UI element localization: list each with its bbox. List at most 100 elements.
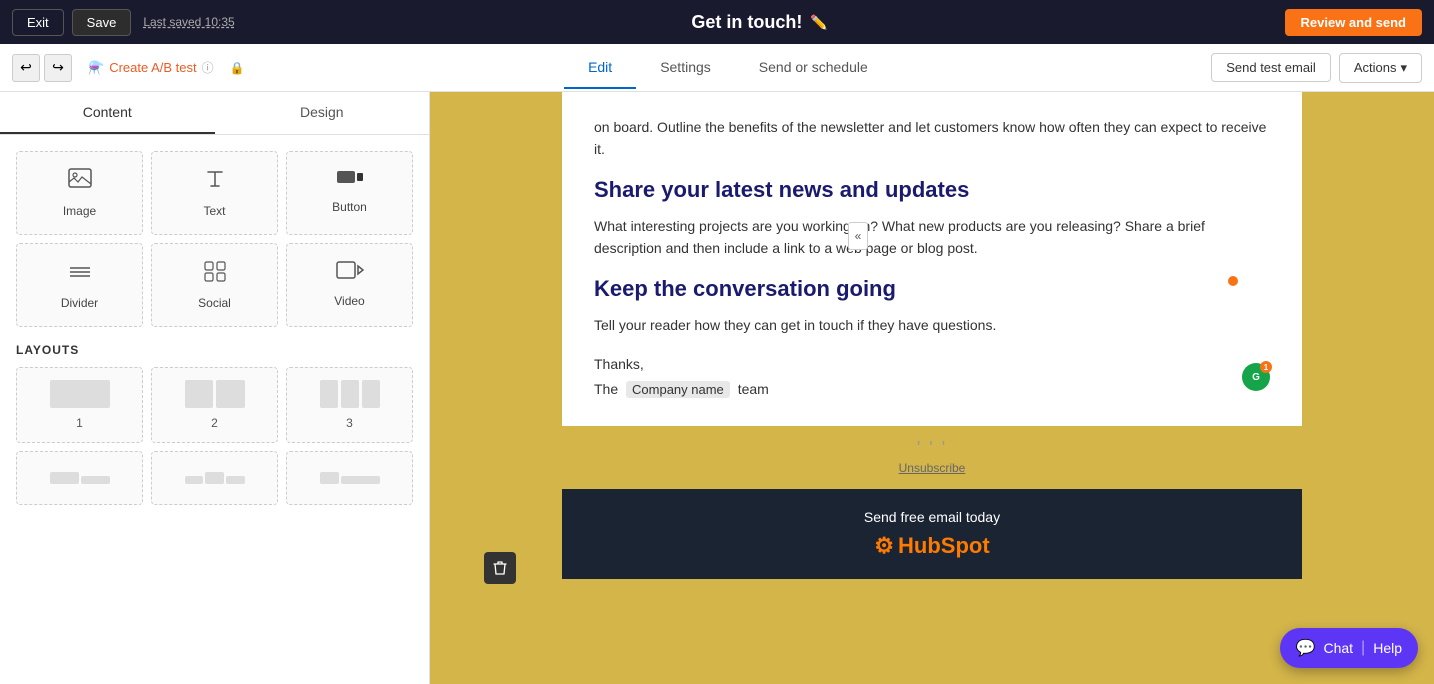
edit-title-icon[interactable]: ✏️	[810, 14, 827, 31]
layout-1col[interactable]: 1	[16, 367, 143, 443]
email-content-area[interactable]: on board. Outline the benefits of the ne…	[562, 92, 1302, 426]
image-block-label: Image	[63, 204, 96, 218]
video-block-icon	[336, 260, 364, 286]
tab-edit[interactable]: Edit	[564, 47, 636, 89]
layout-5-preview	[185, 464, 245, 484]
nav-center: Get in touch! ✏️	[243, 12, 1277, 33]
ab-test-icon: ⚗️	[88, 60, 104, 76]
second-navigation: ↩ ↪ ⚗️ Create A/B test ⓘ 🔒 Edit Settings…	[0, 44, 1434, 92]
chat-label: Chat	[1323, 640, 1353, 656]
unsubscribe-link[interactable]: Unsubscribe	[899, 461, 966, 475]
text-block-label: Text	[203, 204, 225, 218]
panel-tab-design[interactable]: Design	[215, 92, 430, 134]
divider-block-label: Divider	[61, 296, 98, 310]
actions-chevron-icon: ▾	[1400, 60, 1407, 76]
orange-dot-indicator	[1228, 276, 1238, 286]
email-intro-text: on board. Outline the benefits of the ne…	[594, 116, 1270, 161]
layouts-grid: 1 2 3	[16, 367, 413, 505]
email-canvas: on board. Outline the benefits of the ne…	[430, 92, 1434, 684]
video-block-label: Video	[334, 294, 364, 308]
button-block-label: Button	[332, 200, 367, 214]
sign-off-block: Thanks, The Company name team	[594, 352, 769, 402]
sign-team: team	[738, 381, 769, 397]
panel-collapse-button[interactable]: «	[848, 222, 868, 250]
divider-block-icon	[68, 260, 92, 288]
text-block-icon	[204, 168, 226, 196]
help-label: Help	[1373, 640, 1402, 656]
send-test-email-button[interactable]: Send test email	[1211, 53, 1331, 82]
actions-button[interactable]: Actions ▾	[1339, 53, 1422, 83]
document-title: Get in touch!	[691, 12, 802, 33]
layouts-section: LAYOUTS 1 2	[0, 343, 429, 521]
button-block-icon	[336, 168, 364, 192]
content-blocks-grid: Image Text Button	[0, 135, 429, 343]
nav-right: Review and send	[1285, 9, 1422, 36]
hubspot-logo: ⚙ HubSpot	[874, 533, 989, 559]
layout-6-preview	[320, 464, 380, 484]
chat-icon: 💬	[1296, 638, 1316, 658]
unsubscribe-dots: ' ' '	[554, 438, 1310, 459]
last-saved-text: Last saved 10:35	[143, 15, 234, 29]
company-name-tag: Company name	[626, 381, 730, 398]
layout-6col[interactable]	[286, 451, 413, 505]
create-ab-test-button[interactable]: ⚗️ Create A/B test ⓘ	[88, 59, 214, 76]
layout-1-label: 1	[76, 416, 83, 430]
grammarly-badge: 1	[1260, 361, 1272, 373]
section2-heading: Keep the conversation going	[594, 276, 1270, 302]
layout-3col[interactable]: 3	[286, 367, 413, 443]
save-button[interactable]: Save	[72, 9, 132, 36]
panel-tab-content[interactable]: Content	[0, 92, 215, 134]
actions-label: Actions	[1354, 60, 1397, 75]
layout-3-label: 3	[346, 416, 353, 430]
panel-tabs: Content Design	[0, 92, 429, 135]
social-block-icon	[203, 260, 227, 288]
hubspot-sprocket-icon: ⚙	[874, 533, 894, 559]
image-block-icon	[68, 168, 92, 196]
ab-test-label: Create A/B test	[109, 60, 196, 75]
layout-4-preview	[50, 464, 110, 484]
lock-icon: 🔒	[230, 61, 245, 75]
info-icon: ⓘ	[202, 59, 214, 76]
block-text[interactable]: Text	[151, 151, 278, 235]
unsubscribe-area: ' ' ' Unsubscribe	[542, 426, 1322, 489]
sign-off-row: Thanks, The Company name team G 1	[594, 352, 1270, 402]
chat-widget[interactable]: 💬 Chat | Help	[1280, 628, 1418, 668]
layout-5col[interactable]	[151, 451, 278, 505]
undo-redo-group: ↩ ↪	[12, 54, 72, 82]
main-tabs: Edit Settings Send or schedule	[261, 47, 1196, 89]
tab-settings[interactable]: Settings	[636, 47, 735, 89]
top-navigation: Exit Save Last saved 10:35 Get in touch!…	[0, 0, 1434, 44]
hubspot-promo-banner: Send free email today ⚙ HubSpot	[562, 489, 1302, 579]
tab-send-schedule[interactable]: Send or schedule	[735, 47, 892, 89]
block-social[interactable]: Social	[151, 243, 278, 327]
left-panel: Content Design Image	[0, 92, 430, 684]
layout-2-label: 2	[211, 416, 218, 430]
nav-right-2: Send test email Actions ▾	[1211, 53, 1422, 83]
block-video[interactable]: Video	[286, 243, 413, 327]
promo-text: Send free email today	[864, 509, 1000, 525]
section1-heading: Share your latest news and updates	[594, 177, 1270, 203]
sign-off-text: Thanks,	[594, 352, 769, 377]
chat-divider: |	[1361, 639, 1365, 657]
review-and-send-button[interactable]: Review and send	[1285, 9, 1422, 36]
layout-2col[interactable]: 2	[151, 367, 278, 443]
section2-text: Tell your reader how they can get in tou…	[594, 314, 1270, 336]
delete-toolbar-button[interactable]	[484, 552, 516, 584]
redo-button[interactable]: ↪	[44, 54, 72, 82]
layout-1-preview	[50, 380, 110, 408]
layout-4col[interactable]	[16, 451, 143, 505]
layouts-title: LAYOUTS	[16, 343, 413, 357]
undo-button[interactable]: ↩	[12, 54, 40, 82]
block-divider[interactable]: Divider	[16, 243, 143, 327]
block-button[interactable]: Button	[286, 151, 413, 235]
layout-3-preview	[320, 380, 380, 408]
exit-button[interactable]: Exit	[12, 9, 64, 36]
social-block-label: Social	[198, 296, 231, 310]
main-layout: Content Design Image	[0, 92, 1434, 684]
grammarly-button[interactable]: G 1	[1242, 363, 1270, 391]
sign-the: The	[594, 381, 618, 397]
block-image[interactable]: Image	[16, 151, 143, 235]
hubspot-logo-text: HubSpot	[898, 533, 990, 559]
email-container: on board. Outline the benefits of the ne…	[542, 92, 1322, 579]
sign-team-line: The Company name team	[594, 377, 769, 402]
